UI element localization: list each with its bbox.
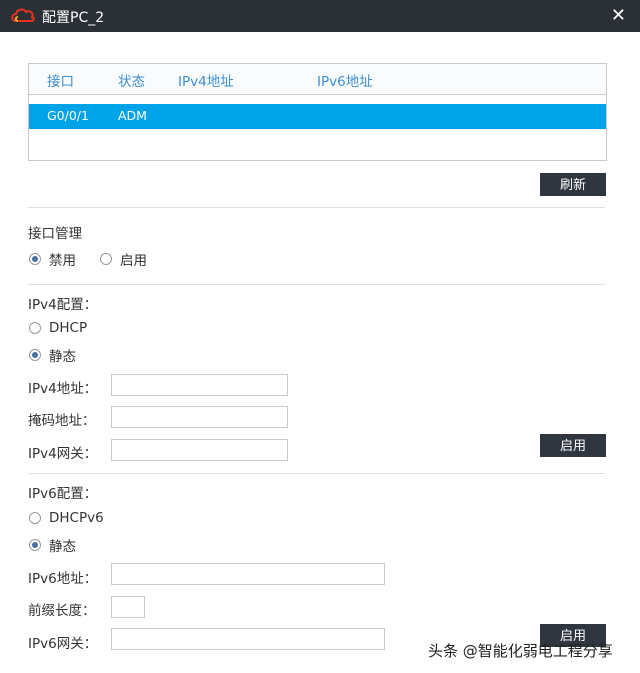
radio-unchecked-icon <box>100 253 112 265</box>
ipv4-mask-input[interactable] <box>111 406 288 428</box>
radio-checked-icon <box>29 253 41 265</box>
radio-ipv6-static-label: 静态 <box>49 539 76 555</box>
ipv6-gateway-input[interactable] <box>111 628 385 650</box>
radio-enable[interactable]: 启用 <box>100 249 147 269</box>
radio-ipv4-dhcp-label: DHCP <box>49 320 88 336</box>
refresh-button[interactable]: 刷新 <box>540 173 606 196</box>
ipv4-address-label: IPv4地址： <box>28 381 98 397</box>
title-bar: 配置PC_2 ✕ <box>0 0 640 32</box>
radio-unchecked-icon <box>29 512 41 524</box>
radio-enable-label: 启用 <box>120 253 147 269</box>
iface-mgmt-title: 接口管理 <box>28 226 82 242</box>
table-header: 接口 状态 IPv4地址 IPv6地址 <box>29 64 606 95</box>
ipv6-prefix-input[interactable] <box>111 596 145 618</box>
radio-checked-icon <box>29 349 41 361</box>
table-row[interactable]: G0/0/1 ADM <box>29 104 606 129</box>
radio-checked-icon <box>29 539 41 551</box>
radio-ipv4-static[interactable]: 静态 <box>29 345 76 365</box>
ipv6-prefix-label: 前缀长度： <box>28 603 96 619</box>
column-header-iface: 接口 <box>47 74 74 90</box>
ipv4-mask-label: 掩码地址： <box>28 413 96 429</box>
column-header-state: 状态 <box>118 74 145 90</box>
radio-unchecked-icon <box>29 322 41 334</box>
column-header-ipv4: IPv4地址 <box>178 74 234 90</box>
radio-ipv4-static-label: 静态 <box>49 349 76 365</box>
radio-disable[interactable]: 禁用 <box>29 249 76 269</box>
interface-table: 接口 状态 IPv4地址 IPv6地址 G0/0/1 ADM <box>28 63 607 161</box>
watermark-text: 头条 @智能化弱电工程分享 <box>428 642 613 660</box>
ipv6-address-input[interactable] <box>111 563 385 585</box>
ipv6-address-label: IPv6地址： <box>28 571 98 587</box>
ipv4-gateway-input[interactable] <box>111 439 288 461</box>
ipv6-gateway-label: IPv6网关： <box>28 636 98 652</box>
cloud-logo-icon <box>10 6 36 28</box>
radio-ipv4-dhcp[interactable]: DHCP <box>29 320 87 336</box>
ipv4-address-input[interactable] <box>111 374 288 396</box>
ipv4-config-title: IPv4配置： <box>28 297 98 313</box>
radio-ipv6-dhcp[interactable]: DHCPv6 <box>29 510 104 526</box>
ipv4-gateway-label: IPv4网关： <box>28 446 98 462</box>
cell-iface: G0/0/1 <box>47 108 89 123</box>
divider <box>28 284 605 285</box>
column-header-ipv6: IPv6地址 <box>317 74 373 90</box>
close-icon[interactable]: ✕ <box>611 5 626 26</box>
radio-ipv6-static[interactable]: 静态 <box>29 535 76 555</box>
divider <box>28 207 605 208</box>
cell-state: ADM <box>118 108 147 123</box>
radio-disable-label: 禁用 <box>49 253 76 269</box>
ipv4-apply-button[interactable]: 启用 <box>540 434 606 457</box>
ipv6-config-title: IPv6配置： <box>28 486 98 502</box>
radio-ipv6-dhcp-label: DHCPv6 <box>49 510 104 526</box>
window-title: 配置PC_2 <box>42 10 105 26</box>
divider <box>28 473 605 474</box>
